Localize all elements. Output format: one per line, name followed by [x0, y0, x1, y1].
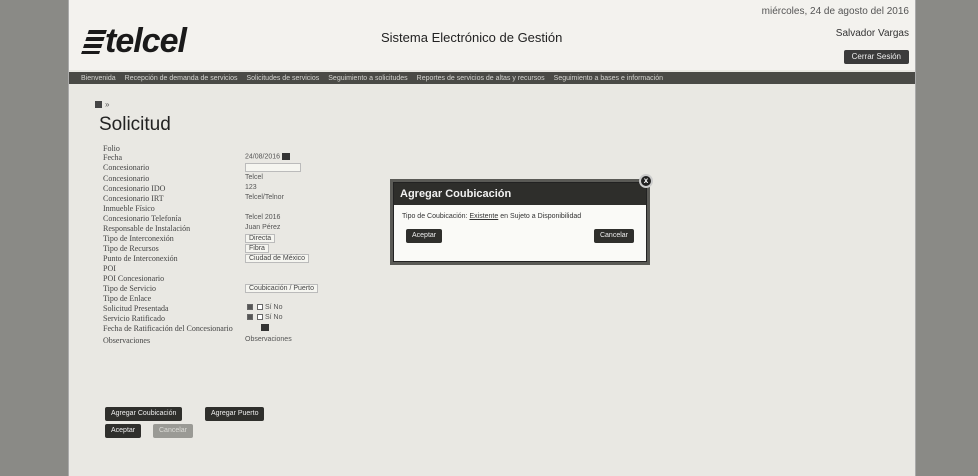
field-value: Telcel — [245, 174, 263, 181]
field-label: Tipo de Enlace — [103, 294, 152, 303]
field-label: Tipo de Servicio — [103, 284, 157, 293]
resource-type-select[interactable]: Fibra — [245, 244, 269, 253]
ratified-radio-group: Sí No — [245, 314, 283, 321]
add-colocation-modal: Agregar Coubicación x Tipo de Coubicació… — [393, 174, 653, 262]
close-icon[interactable]: x — [639, 174, 653, 188]
colocation-type-select[interactable]: Existente — [469, 213, 498, 220]
cancel-button[interactable]: Cancelar — [153, 424, 194, 438]
field-value: Telcel 2016 — [245, 214, 281, 221]
interconnection-type-select[interactable]: Directa — [245, 234, 276, 243]
modal-accept-button[interactable]: Aceptar — [406, 229, 443, 243]
nav-item-welcome[interactable]: Bienvenida — [81, 75, 116, 82]
field-label: Concesionario IDO — [103, 184, 166, 193]
field-label: Solicitud Presentada — [103, 304, 169, 313]
modal-title: Agregar Coubicación — [394, 183, 646, 205]
ratification-date-field[interactable] — [259, 324, 269, 331]
yes-checkbox[interactable] — [247, 304, 253, 311]
main-nav: Bienvenida Recepción de demanda de servi… — [69, 72, 915, 84]
field-label: POI Concesionario — [103, 274, 165, 283]
logout-button[interactable]: Cerrar Sesión — [843, 50, 909, 64]
field-value: Telcel/Telnor — [245, 194, 284, 201]
add-colocation-button[interactable]: Agregar Coubicación — [105, 407, 183, 421]
nav-item-reports[interactable]: Reportes de servicios de altas y recurso… — [417, 75, 545, 82]
nav-item-followup[interactable]: Seguimiento a solicitudes — [328, 75, 407, 82]
no-checkbox[interactable] — [257, 314, 263, 321]
system-title: Sistema Electrónico de Gestión — [381, 30, 563, 45]
field-label: Fecha — [103, 153, 123, 162]
field-label: Servicio Ratificado — [103, 314, 165, 323]
field-label: Concesionario IRT — [103, 194, 164, 203]
field-label: Concesionario — [103, 163, 150, 172]
field-label: Punto de Interconexión — [103, 254, 178, 263]
header: telcel Sistema Electrónico de Gestión mi… — [69, 0, 915, 70]
calendar-icon[interactable] — [282, 153, 291, 160]
colocation-type-label: Tipo de Coubicación: — [402, 213, 468, 220]
nav-item-demand[interactable]: Recepción de demanda de servicios — [125, 75, 238, 82]
field-label: Responsable de Instalación — [103, 224, 191, 233]
logo-text: telcel — [105, 22, 187, 60]
submitted-radio-group: Sí No — [245, 304, 283, 311]
nav-item-requests[interactable]: Solicitudes de servicios — [247, 75, 320, 82]
telcel-logo: telcel — [81, 22, 187, 61]
accept-button[interactable]: Aceptar — [105, 424, 142, 438]
calendar-icon[interactable] — [261, 324, 269, 331]
field-label: Tipo de Interconexión — [103, 234, 174, 243]
field-label: Inmueble Físico — [103, 204, 155, 213]
field-label: Concesionario — [103, 174, 150, 183]
yes-checkbox[interactable] — [247, 314, 253, 321]
field-label: POI — [103, 264, 116, 273]
field-label: Observaciones — [103, 336, 151, 345]
yes-no-label: Sí No — [265, 314, 283, 321]
nav-item-bases[interactable]: Seguimiento a bases e información — [554, 75, 663, 82]
field-label: Fecha de Ratificación del Concesionario — [103, 324, 233, 333]
breadcrumb: » — [95, 100, 109, 109]
concessionaire-select[interactable] — [245, 163, 301, 172]
logo-stripes-icon — [81, 30, 107, 54]
availability-text: en Sujeto a Disponibilidad — [500, 213, 582, 220]
home-icon[interactable] — [95, 101, 102, 109]
observations-field[interactable]: Observaciones — [245, 336, 292, 343]
modal-cancel-button[interactable]: Cancelar — [593, 229, 634, 243]
field-value: Juan Pérez — [245, 224, 281, 231]
date-field[interactable]: 24/08/2016 — [245, 153, 291, 161]
field-label: Concesionario Telefonía — [103, 214, 182, 223]
field-value: 123 — [245, 184, 257, 191]
user-name: Salvador Vargas — [835, 28, 909, 39]
modal-body: Tipo de Coubicación: Existente en Sujeto… — [402, 213, 581, 220]
field-label: Tipo de Recursos — [103, 244, 159, 253]
field-label: Folio — [103, 144, 120, 153]
breadcrumb-sep: » — [105, 100, 110, 109]
main-content: » Solicitud Folio Fecha 24/08/2016 Conces… — [85, 100, 905, 460]
current-date: miércoles, 24 de agosto del 2016 — [761, 6, 909, 17]
interconnection-point-select[interactable]: Ciudad de México — [245, 254, 310, 263]
add-port-button[interactable]: Agregar Puerto — [205, 407, 265, 421]
no-checkbox[interactable] — [257, 304, 263, 311]
page-title: Solicitud — [99, 114, 171, 135]
yes-no-label: Sí No — [265, 304, 283, 311]
service-type-select[interactable]: Coubicación / Puerto — [245, 284, 318, 293]
date-value: 24/08/2016 — [245, 153, 281, 161]
